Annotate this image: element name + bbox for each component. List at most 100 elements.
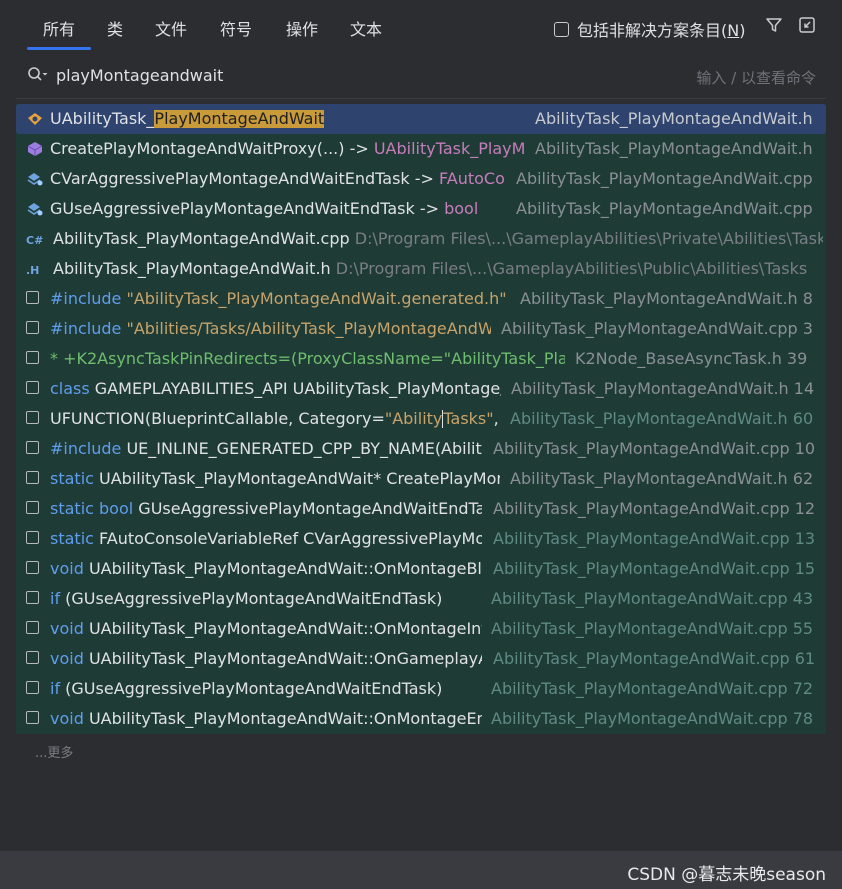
result-row[interactable]: .H AbilityTask_PlayMontageAndWait.h D:\P…	[16, 254, 826, 284]
svg-text:C#: C#	[26, 234, 43, 247]
watermark: CSDN @暮志未晚season	[627, 865, 826, 885]
result-location: AbilityTask_PlayMontageAndWait.cpp 72	[491, 679, 814, 698]
result-text: void UAbilityTask_PlayMontageAndWait::On…	[50, 710, 482, 728]
ability-task-class-icon	[26, 111, 44, 127]
result-text: UFUNCTION(BlueprintCallable, Category="A…	[50, 410, 498, 428]
result-text: static bool GUseAggressivePlayMontageAnd…	[50, 500, 482, 518]
checkbox-box[interactable]	[554, 21, 569, 37]
text-icon	[26, 711, 44, 727]
function-icon	[26, 141, 44, 157]
text-icon	[26, 681, 44, 697]
search-bar: 输入 / 以查看命令	[0, 52, 842, 98]
result-text: #include "Abilities/Tasks/AbilityTask_Pl…	[50, 320, 491, 338]
result-row[interactable]: void UAbilityTask_PlayMontageAndWait::On…	[16, 704, 826, 734]
result-row[interactable]: static bool GUseAggressivePlayMontageAnd…	[16, 494, 826, 524]
result-row[interactable]: class GAMEPLAYABILITIES_API UAbilityTask…	[16, 374, 826, 404]
open-in-tool-window-icon[interactable]	[797, 15, 817, 35]
result-text: void UAbilityTask_PlayMontageAndWait::On…	[50, 560, 482, 578]
result-text: AbilityTask_PlayMontageAndWait.cpp D:\Pr…	[53, 230, 823, 248]
text-icon	[26, 291, 44, 307]
result-row[interactable]: UFUNCTION(BlueprintCallable, Category="A…	[16, 404, 826, 434]
result-location: AbilityTask_PlayMontageAndWait.cpp 3	[501, 319, 813, 338]
result-text: #include UE_INLINE_GENERATED_CPP_BY_NAME…	[50, 440, 482, 458]
checkbox-label: 包括非解决方案条目(N)	[577, 21, 746, 40]
result-text: UAbilityTask_PlayMontageAndWait	[50, 110, 325, 128]
text-icon	[26, 561, 44, 577]
result-location: AbilityTask_PlayMontageAndWait.cpp 78	[491, 709, 814, 728]
result-text: CVarAggressivePlayMontageAndWaitEndTask …	[50, 170, 506, 188]
more-link[interactable]: ...更多	[35, 742, 73, 761]
result-text: CreatePlayMontageAndWaitProxy(...) -> UA…	[50, 140, 526, 158]
result-text: void UAbilityTask_PlayMontageAndWait::On…	[50, 650, 482, 668]
variable-icon	[26, 171, 44, 187]
result-location: AbilityTask_PlayMontageAndWait.cpp 13	[493, 529, 816, 548]
result-row[interactable]: #include UE_INLINE_GENERATED_CPP_BY_NAME…	[16, 434, 826, 464]
text-icon	[26, 471, 44, 487]
result-text: static FAutoConsoleVariableRef CVarAggre…	[50, 530, 482, 548]
tab-actions[interactable]: 操作	[286, 16, 318, 40]
result-location: AbilityTask_PlayMontageAndWait.h 62	[510, 469, 814, 488]
svg-text:.H: .H	[26, 264, 39, 277]
result-row[interactable]: #include "AbilityTask_PlayMontageAndWait…	[16, 284, 826, 314]
result-row[interactable]: if (GUseAggressivePlayMontageAndWaitEndT…	[16, 584, 826, 614]
result-row[interactable]: static UAbilityTask_PlayMontageAndWait* …	[16, 464, 826, 494]
result-row[interactable]: if (GUseAggressivePlayMontageAndWaitEndT…	[16, 674, 826, 704]
variable-icon	[26, 201, 44, 217]
text-icon	[26, 321, 44, 337]
result-row[interactable]: CreatePlayMontageAndWaitProxy(...) -> UA…	[16, 134, 826, 164]
result-row[interactable]: GUseAggressivePlayMontageAndWaitEndTask …	[16, 194, 826, 224]
result-text: if (GUseAggressivePlayMontageAndWaitEndT…	[50, 590, 443, 608]
result-text: class GAMEPLAYABILITIES_API UAbilityTask…	[50, 380, 501, 398]
text-icon	[26, 531, 44, 547]
result-location: AbilityTask_PlayMontageAndWait.cpp	[516, 199, 813, 218]
header-file-icon: .H	[26, 261, 44, 277]
tab-files[interactable]: 文件	[155, 16, 187, 40]
result-location: AbilityTask_PlayMontageAndWait.h 14	[511, 379, 815, 398]
text-icon	[26, 501, 44, 517]
tab-all[interactable]: 所有	[43, 16, 75, 40]
result-location: AbilityTask_PlayMontageAndWait.h 8	[520, 289, 813, 308]
result-row[interactable]: static FAutoConsoleVariableRef CVarAggre…	[16, 524, 826, 554]
divider	[16, 98, 826, 99]
search-icon[interactable]	[27, 66, 49, 84]
filter-icon[interactable]	[764, 15, 784, 35]
text-icon	[26, 381, 44, 397]
result-row[interactable]: UAbilityTask_PlayMontageAndWait AbilityT…	[16, 104, 826, 134]
result-location: AbilityTask_PlayMontageAndWait.cpp 15	[493, 559, 816, 578]
result-row[interactable]: CVarAggressivePlayMontageAndWaitEndTask …	[16, 164, 826, 194]
tab-bar: 所有 类 文件 符号 操作 文本 包括非解决方案条目(N)	[0, 0, 842, 52]
result-text: if (GUseAggressivePlayMontageAndWaitEndT…	[50, 680, 443, 698]
result-text: AbilityTask_PlayMontageAndWait.h D:\Prog…	[53, 260, 808, 278]
result-row[interactable]: C# AbilityTask_PlayMontageAndWait.cpp D:…	[16, 224, 826, 254]
result-row[interactable]: #include "Abilities/Tasks/AbilityTask_Pl…	[16, 314, 826, 344]
cpp-file-icon: C#	[26, 231, 44, 247]
result-row[interactable]: void UAbilityTask_PlayMontageAndWait::On…	[16, 644, 826, 674]
result-text: #include "AbilityTask_PlayMontageAndWait…	[50, 290, 507, 308]
result-location: AbilityTask_PlayMontageAndWait.cpp 12	[493, 499, 816, 518]
result-row[interactable]: void UAbilityTask_PlayMontageAndWait::On…	[16, 554, 826, 584]
text-icon	[26, 441, 44, 457]
result-location: AbilityTask_PlayMontageAndWait.cpp 61	[493, 649, 816, 668]
include-non-solution-checkbox[interactable]: 包括非解决方案条目(N)	[554, 17, 745, 41]
result-location: AbilityTask_PlayMontageAndWait.cpp	[516, 169, 813, 188]
result-location: AbilityTask_PlayMontageAndWait.cpp 55	[491, 619, 814, 638]
result-location: AbilityTask_PlayMontageAndWait.cpp 43	[491, 589, 814, 608]
result-row[interactable]: void UAbilityTask_PlayMontageAndWait::On…	[16, 614, 826, 644]
tab-classes[interactable]: 类	[107, 16, 123, 40]
results-list: UAbilityTask_PlayMontageAndWait AbilityT…	[16, 104, 826, 734]
text-icon	[26, 591, 44, 607]
tab-symbols[interactable]: 符号	[220, 16, 252, 40]
result-location: AbilityTask_PlayMontageAndWait.h 60	[510, 409, 814, 428]
result-text: static UAbilityTask_PlayMontageAndWait* …	[50, 470, 500, 488]
text-icon	[26, 411, 44, 427]
active-tab-indicator	[27, 47, 91, 50]
result-text: * +K2AsyncTaskPinRedirects=(ProxyClassNa…	[50, 350, 565, 368]
result-location: AbilityTask_PlayMontageAndWait.cpp 10	[493, 439, 816, 458]
footer: CSDN @暮志未晚season	[0, 851, 842, 889]
search-input[interactable]	[56, 63, 556, 87]
text-icon	[26, 351, 44, 367]
result-row[interactable]: * +K2AsyncTaskPinRedirects=(ProxyClassNa…	[16, 344, 826, 374]
text-icon	[26, 621, 44, 637]
tab-text[interactable]: 文本	[350, 16, 382, 40]
result-text: void UAbilityTask_PlayMontageAndWait::On…	[50, 620, 482, 638]
